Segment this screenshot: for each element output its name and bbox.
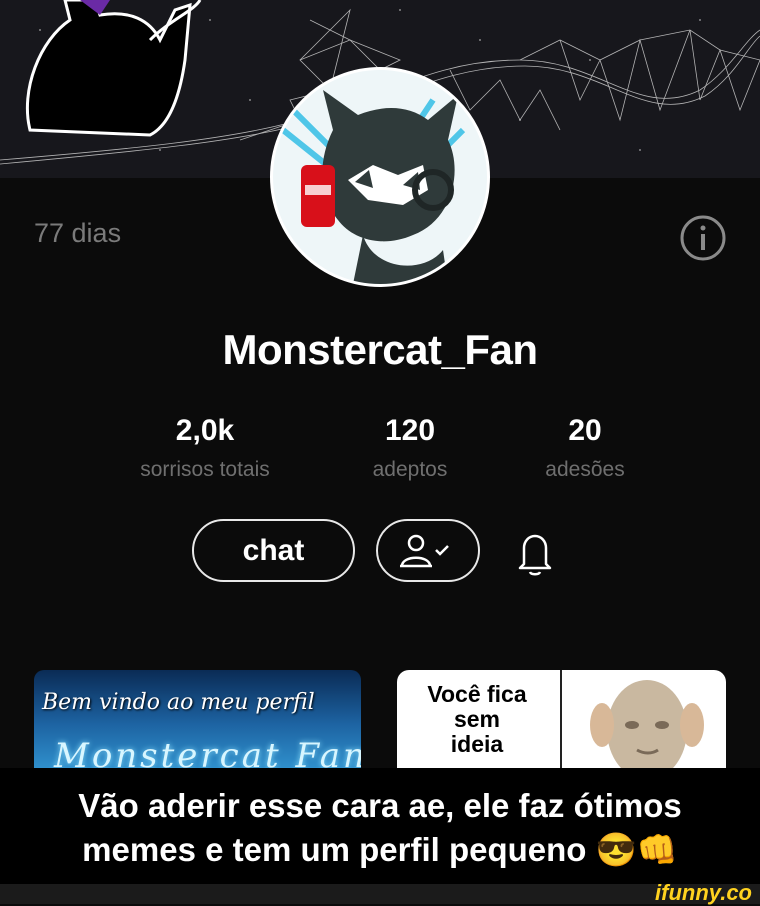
post-thumbnail-meme[interactable]: Você fica sem ideia — [397, 670, 726, 768]
user-check-icon — [400, 534, 449, 568]
stat-label: sorrisos totais — [140, 458, 270, 481]
post-meme-text: Você fica sem ideia — [397, 682, 557, 757]
stat-subscriptions[interactable]: 20 adesões — [485, 414, 685, 482]
caption-line: Vão aderir esse cara ae, ele faz ótimos — [78, 787, 682, 824]
stat-smiles: 2,0k sorrisos totais — [105, 414, 305, 482]
post-title: Bem vindo ao meu perfil — [42, 690, 315, 715]
caption: Vão aderir esse cara ae, ele faz ótimos … — [0, 768, 760, 884]
ifunny-watermark: ifunny.co — [655, 880, 752, 905]
meme-line: sem — [453, 706, 501, 732]
info-icon[interactable] — [679, 214, 727, 262]
stat-followers[interactable]: 120 adeptos — [310, 414, 510, 482]
account-age: 77 dias — [34, 218, 122, 248]
stat-value: 120 — [384, 414, 436, 447]
meme-line: Você fica — [427, 681, 527, 707]
follow-button[interactable] — [376, 519, 480, 582]
chat-button[interactable]: chat — [192, 519, 355, 582]
caption-line: memes e tem um perfil pequeno 😎👊 — [82, 831, 678, 868]
footer-bar — [0, 884, 760, 904]
avatar[interactable] — [270, 67, 490, 287]
meme-line: ideia — [450, 731, 504, 757]
bell-icon[interactable] — [512, 528, 558, 578]
username: Monstercat_Fan — [222, 326, 538, 373]
stat-value: 2,0k — [175, 414, 235, 447]
stat-value: 20 — [568, 414, 602, 447]
avatar-image — [273, 70, 487, 284]
meme-divider — [560, 670, 562, 768]
stat-label: adeptos — [372, 458, 448, 481]
meme-face-image — [590, 680, 704, 768]
post-thumbnail-welcome[interactable]: Bem vindo ao meu perfil Monstercat Fan — [34, 670, 361, 768]
stat-label: adesões — [545, 458, 625, 481]
post-subtitle: Monstercat Fan — [54, 736, 361, 768]
